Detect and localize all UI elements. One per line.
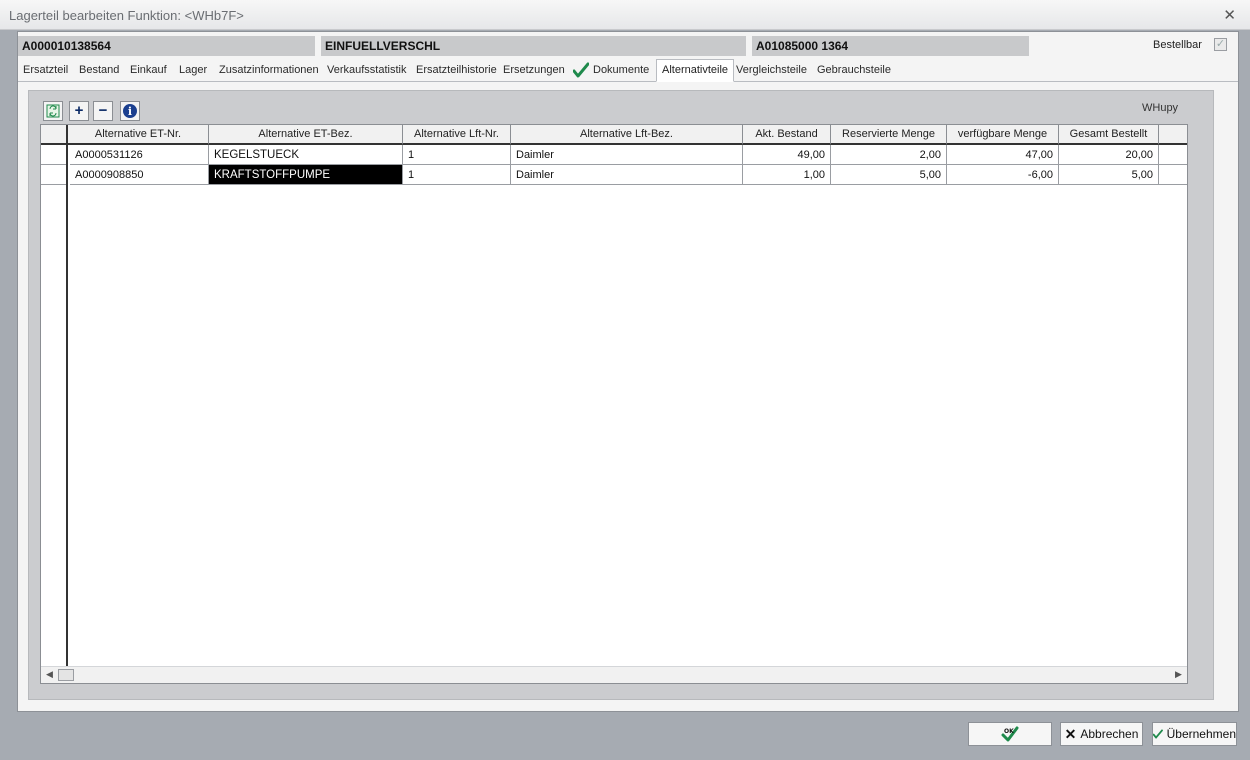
tab-zusatzinformationen[interactable]: Zusatzinformationen bbox=[219, 64, 319, 76]
scroll-thumb[interactable] bbox=[58, 669, 74, 681]
tab-gebrauchsteile[interactable]: Gebrauchsteile bbox=[817, 64, 891, 76]
table-cell[interactable]: -6,00 bbox=[947, 165, 1059, 185]
storage-location-field: A01085000 1364 bbox=[752, 36, 1029, 56]
table-cell[interactable]: A0000908850 bbox=[70, 165, 209, 185]
table-cell[interactable]: A0000531126 bbox=[70, 145, 209, 165]
column-header-reservierte-menge[interactable]: Reservierte Menge bbox=[831, 125, 947, 145]
row-header-column bbox=[41, 125, 68, 683]
tab-alternativteile[interactable]: Alternativteile bbox=[656, 59, 735, 82]
window-title: Lagerteil bearbeiten Funktion: <WHb7F> bbox=[9, 8, 244, 23]
svg-text:i: i bbox=[128, 105, 132, 118]
cross-icon: ✕ bbox=[1064, 725, 1077, 742]
scroll-right-icon[interactable]: ▶ bbox=[1175, 669, 1182, 680]
info-button[interactable]: i bbox=[120, 101, 140, 121]
ok-label: OK bbox=[1004, 728, 1014, 735]
part-number-field: A000010138564 bbox=[18, 36, 315, 56]
column-header-lft-bez[interactable]: Alternative Lft-Bez. bbox=[511, 125, 743, 145]
add-button[interactable]: + bbox=[69, 101, 89, 121]
remove-button[interactable]: − bbox=[93, 101, 113, 121]
column-header-akt-bestand[interactable]: Akt. Bestand bbox=[743, 125, 831, 145]
tab-ersatzteil[interactable]: Ersatzteil bbox=[23, 64, 68, 76]
cancel-button[interactable]: ✕ Abbrechen bbox=[1060, 722, 1143, 746]
refresh-button[interactable] bbox=[43, 101, 63, 121]
column-header-gesamt-bestellt[interactable]: Gesamt Bestellt bbox=[1059, 125, 1159, 145]
main-frame: A000010138564 EINFUELLVERSCHL A01085000 … bbox=[17, 31, 1239, 712]
title-bar: Lagerteil bearbeiten Funktion: <WHb7F> ✕ bbox=[0, 0, 1250, 30]
apply-button[interactable]: Übernehmen bbox=[1152, 722, 1237, 746]
table-cell[interactable]: 5,00 bbox=[831, 165, 947, 185]
table-cell[interactable]: 20,00 bbox=[1059, 145, 1159, 165]
horizontal-scrollbar[interactable]: ◀ ▶ bbox=[41, 666, 1187, 683]
tab-einkauf[interactable]: Einkauf bbox=[130, 64, 167, 76]
tab-bar: Ersatzteil Bestand Einkauf Lager Zusatzi… bbox=[18, 58, 1238, 82]
table-cell[interactable]: 1,00 bbox=[743, 165, 831, 185]
column-header-et-bez[interactable]: Alternative ET-Bez. bbox=[209, 125, 403, 145]
panel-code: WHupy bbox=[1142, 102, 1179, 114]
info-icon: i bbox=[123, 104, 137, 118]
part-description-field: EINFUELLVERSCHL bbox=[321, 36, 746, 56]
table-cell-filler bbox=[1159, 145, 1187, 165]
ok-check-icon: OK bbox=[1001, 726, 1019, 742]
row-header-corner bbox=[41, 125, 66, 145]
refresh-icon bbox=[46, 104, 60, 118]
column-header-filler bbox=[1159, 125, 1187, 145]
tab-verkaufsstatistik[interactable]: Verkaufsstatistik bbox=[327, 64, 406, 76]
scroll-left-icon[interactable]: ◀ bbox=[46, 669, 53, 680]
close-icon[interactable]: ✕ bbox=[1223, 6, 1236, 24]
tab-lager[interactable]: Lager bbox=[179, 64, 207, 76]
column-header-verfuegbare-menge[interactable]: verfügbare Menge bbox=[947, 125, 1059, 145]
bestellbar-checkbox[interactable]: ✓ bbox=[1214, 38, 1227, 51]
plus-icon: + bbox=[74, 102, 84, 119]
bestellbar-label: Bestellbar bbox=[1153, 39, 1202, 51]
row-header[interactable] bbox=[41, 145, 66, 165]
table-cell[interactable]: KEGELSTUECK bbox=[209, 145, 403, 165]
tab-ersetzungen[interactable]: Ersetzungen bbox=[503, 64, 565, 76]
alternatives-table: Alternative ET-Nr. Alternative ET-Bez. A… bbox=[40, 124, 1188, 684]
minus-icon: − bbox=[98, 102, 108, 119]
ok-button[interactable]: OK bbox=[968, 722, 1052, 746]
table-cell[interactable]: 1 bbox=[403, 165, 511, 185]
apply-label: Übernehmen bbox=[1166, 727, 1236, 741]
column-header-lft-nr[interactable]: Alternative Lft-Nr. bbox=[403, 125, 511, 145]
table-cell[interactable]: Daimler bbox=[511, 145, 743, 165]
column-header-et-nr[interactable]: Alternative ET-Nr. bbox=[68, 125, 209, 145]
selected-table-cell[interactable]: KRAFTSTOFFPUMPE bbox=[209, 165, 403, 185]
tab-bestand[interactable]: Bestand bbox=[79, 64, 119, 76]
row-header[interactable] bbox=[41, 165, 66, 185]
table-cell[interactable]: 5,00 bbox=[1059, 165, 1159, 185]
alternativteile-panel: + − i WHupy Alternative ET-Nr. Alternati… bbox=[28, 90, 1214, 700]
check-icon bbox=[573, 62, 589, 78]
tab-vergleichsteile[interactable]: Vergleichsteile bbox=[736, 64, 807, 76]
table-cell[interactable]: Daimler bbox=[511, 165, 743, 185]
cancel-label: Abbrechen bbox=[1080, 727, 1139, 741]
tab-ersatzteilhistorie[interactable]: Ersatzteilhistorie bbox=[416, 64, 497, 76]
tab-dokumente[interactable]: Dokumente bbox=[593, 64, 649, 76]
table-cell-filler bbox=[1159, 165, 1187, 185]
apply-check-icon bbox=[1153, 729, 1163, 739]
table-cell[interactable]: 49,00 bbox=[743, 145, 831, 165]
table-cell[interactable]: 1 bbox=[403, 145, 511, 165]
table-cell[interactable]: 2,00 bbox=[831, 145, 947, 165]
table-cell[interactable]: 47,00 bbox=[947, 145, 1059, 165]
